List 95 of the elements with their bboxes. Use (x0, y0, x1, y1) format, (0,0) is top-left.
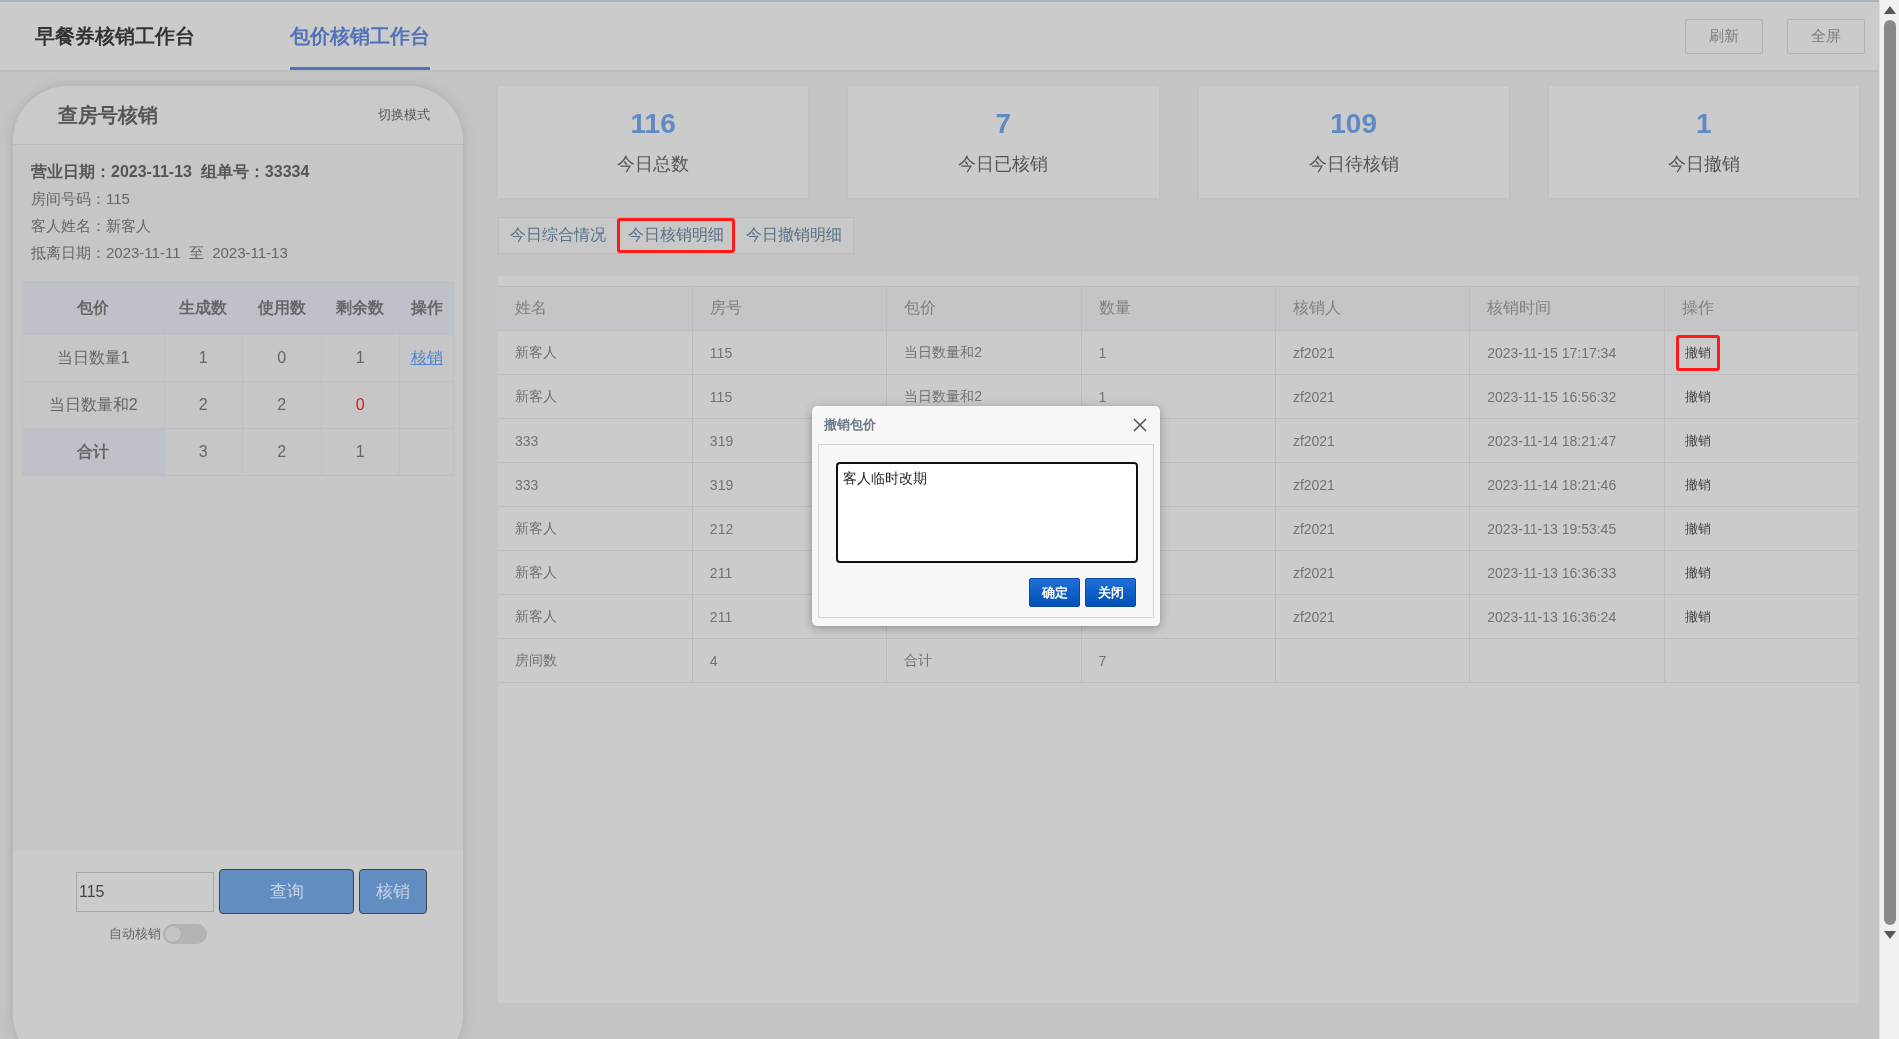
revoke-link[interactable]: 撤销 (1675, 554, 1720, 591)
stat-value: 109 (1330, 108, 1377, 140)
stat-value: 116 (630, 108, 676, 140)
column-header: 操作 (399, 281, 454, 335)
revoke-link[interactable]: 撤销 (1675, 466, 1720, 503)
detail-tab[interactable]: 今日综合情况 (499, 218, 617, 253)
table-cell: 0 (321, 381, 400, 429)
table-cell: zf2021 (1292, 432, 1335, 449)
table-cell: 2023-11-13 19:53:45 (1487, 520, 1617, 537)
table-cell: 1 (1098, 344, 1107, 361)
scroll-down-icon[interactable] (1883, 931, 1896, 939)
table-cell: 115 (709, 344, 733, 361)
table-cell: 211 (709, 608, 733, 625)
table-cell: 333 (515, 432, 539, 449)
table-cell: 115 (709, 388, 733, 405)
stat-label: 今日撤销 (1667, 153, 1740, 176)
table-cell: 2 (164, 381, 243, 429)
revoke-link[interactable]: 撤销 (1675, 378, 1720, 415)
reason-field[interactable]: 客人临时改期 (836, 462, 1138, 563)
table-cell: 0 (242, 334, 322, 382)
table-cell: zf2021 (1292, 520, 1335, 537)
table-cell: zf2021 (1292, 476, 1335, 493)
table-cell: zf2021 (1292, 608, 1335, 625)
table-cell: 2023-11-13 16:36:33 (1487, 564, 1617, 581)
table-cell: 2023-11-14 18:21:46 (1487, 476, 1617, 493)
table-cell: 2 (242, 428, 322, 476)
table-cell: 当日数量1 (22, 334, 164, 382)
column-header: 包价 (886, 286, 1082, 331)
table-cell: 7 (1098, 652, 1107, 669)
table-cell: 新客人 (515, 387, 557, 404)
table-cell: 2023-11-15 17:17:34 (1487, 344, 1617, 361)
table-cell: 当日数量和2 (22, 381, 164, 429)
revoke-link[interactable]: 撤销 (1675, 422, 1720, 459)
table-cell: 新客人 (515, 343, 557, 360)
revoke-link[interactable]: 撤销 (1675, 334, 1720, 371)
column-header: 操作 (1664, 286, 1859, 331)
stat-value: 1 (1696, 108, 1712, 140)
column-header: 核销时间 (1469, 286, 1665, 331)
table-cell: 333 (515, 476, 539, 493)
close-icon[interactable] (1132, 417, 1148, 433)
table-cell: zf2021 (1292, 344, 1335, 361)
switch-mode-link[interactable]: 切换模式 (378, 106, 430, 124)
column-header: 剩余数 (321, 281, 400, 335)
column-header: 使用数 (242, 281, 322, 335)
table-cell: zf2021 (1292, 388, 1335, 405)
table-cell: 合计 (904, 651, 933, 668)
table-cell: 当日数量和2 (904, 387, 982, 404)
table-cell: 2 (242, 381, 322, 429)
toggle-label: 自动核销 (109, 925, 161, 943)
table-cell: 2023-11-14 18:21:47 (1487, 432, 1617, 449)
table-cell: 4 (709, 652, 718, 669)
table-cell: 319 (709, 476, 734, 493)
table-cell: 新客人 (515, 519, 557, 536)
dialog-button[interactable]: 确定 (1029, 578, 1080, 607)
table-cell: zf2021 (1292, 564, 1335, 581)
table-cell: 2023-11-15 16:56:32 (1487, 388, 1617, 405)
table-cell: 319 (709, 432, 734, 449)
table-cell: 新客人 (515, 607, 557, 624)
detail-tab[interactable]: 今日核销明细 (617, 218, 735, 253)
column-header: 包价 (22, 281, 164, 335)
detail-tab[interactable]: 今日撤销明细 (735, 218, 853, 253)
table-cell: 1 (1098, 388, 1107, 405)
stat-value: 7 (995, 108, 1012, 140)
info-line: 客人姓名：新客人 (31, 216, 152, 236)
panel-title: 查房号核销 (58, 102, 158, 128)
column-header: 姓名 (498, 286, 693, 331)
table-cell: 3 (164, 428, 243, 476)
column-header: 数量 (1081, 286, 1276, 331)
table-cell: 212 (709, 520, 734, 537)
auto-verify-toggle[interactable] (163, 924, 207, 944)
table-cell: 新客人 (515, 563, 557, 580)
room-number-field[interactable]: 115 (76, 871, 214, 912)
table-cell: 当日数量和2 (904, 343, 982, 360)
revoke-link[interactable]: 撤销 (1675, 510, 1720, 547)
revoke-link[interactable]: 撤销 (1675, 598, 1720, 635)
info-line: 房间号码：115 (31, 189, 131, 209)
scrollbar-thumb[interactable] (1883, 20, 1896, 925)
column-header: 核销人 (1275, 286, 1470, 331)
table-cell: 1 (321, 428, 400, 476)
table-cell: 211 (709, 564, 733, 581)
table-cell: 2023-11-13 16:36:24 (1487, 608, 1617, 625)
workspace-tab[interactable]: 早餐券核销工作台 (35, 2, 195, 70)
dialog-button[interactable]: 关闭 (1085, 578, 1136, 607)
table-cell: 合计 (22, 428, 164, 476)
info-line: 营业日期：2023-11-13 组单号：33334 (31, 162, 311, 182)
info-line: 抵离日期：2023-11-11 至 2023-11-13 (31, 243, 289, 263)
table-cell: 1 (164, 334, 243, 382)
stat-label: 今日待核销 (1308, 153, 1399, 176)
stat-label: 今日已核销 (958, 153, 1049, 176)
column-header: 房号 (692, 286, 887, 331)
dialog-title: 撤销包价 (824, 416, 876, 434)
table-cell: 房间数 (515, 651, 557, 668)
table-cell: 1 (321, 334, 400, 382)
stat-label: 今日总数 (617, 153, 690, 176)
column-header: 生成数 (164, 281, 243, 335)
